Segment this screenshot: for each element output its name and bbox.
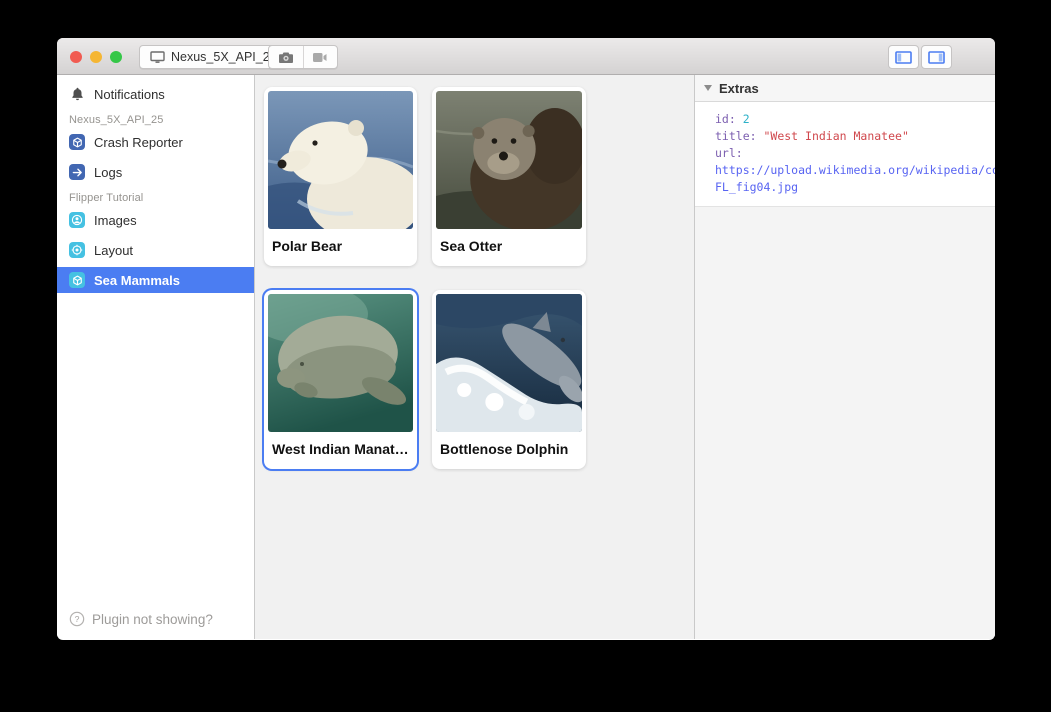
sidebar-item-notifications[interactable]: Notifications (57, 81, 254, 107)
video-camera-icon (312, 52, 328, 63)
card-title: West Indian Manatee (264, 432, 417, 469)
json-number-value: 2 (743, 112, 750, 126)
sidebar-item-layout[interactable]: Layout (57, 237, 254, 263)
json-key: id: (715, 112, 736, 126)
extras-section-header[interactable]: Extras (695, 75, 995, 102)
sidebar-item-images[interactable]: Images (57, 207, 254, 233)
sidebar-item-sea-mammals[interactable]: Sea Mammals (57, 267, 254, 293)
arrow-right-icon (69, 164, 85, 180)
json-key: title: (715, 129, 757, 143)
capture-button-group (268, 45, 338, 69)
minimize-window-button[interactable] (90, 51, 102, 63)
sea-otter-image (432, 87, 586, 229)
monitor-icon (150, 51, 165, 64)
plugin-sidebar: Notifications Nexus_5X_API_25 Crash Repo… (57, 75, 255, 639)
plugin-help-label: Plugin not showing? (92, 612, 213, 627)
card-title: Bottlenose Dolphin (432, 432, 586, 469)
screenshot-button[interactable] (269, 46, 303, 68)
json-url-value: FL_fig04.jpg (715, 180, 798, 194)
card-title: Sea Otter (432, 229, 586, 266)
polar-bear-image (264, 87, 417, 229)
json-url-value: https://upload.wikimedia.org/wikipedia/c… (715, 163, 995, 177)
card-title: Polar Bear (264, 229, 417, 266)
device-name: Nexus_5X_API_25 (171, 50, 277, 64)
target-icon (69, 242, 85, 258)
sidebar-item-label: Sea Mammals (94, 273, 180, 288)
plugin-help-link[interactable]: ? Plugin not showing? (57, 599, 225, 639)
tutorial-section-label: Flipper Tutorial (69, 192, 254, 204)
question-circle-icon: ? (69, 611, 85, 627)
traffic-lights (70, 51, 122, 63)
toggle-left-sidebar-button[interactable] (888, 45, 919, 69)
card-sea-otter[interactable]: Sea Otter (432, 87, 586, 266)
extras-row-title: title: "West Indian Manatee" (715, 128, 995, 145)
card-west-indian-manatee[interactable]: West Indian Manatee (264, 290, 417, 469)
extras-row-url-value[interactable]: FL_fig04.jpg (715, 179, 995, 196)
device-selector-button[interactable]: Nexus_5X_API_25 (139, 45, 288, 69)
sidebar-item-label: Layout (94, 243, 133, 258)
sidebar-item-label: Crash Reporter (94, 135, 183, 150)
device-section-label: Nexus_5X_API_25 (69, 114, 254, 126)
panel-right-icon (928, 51, 945, 64)
json-string-value: "West Indian Manatee" (763, 129, 908, 143)
mammal-card-grid: Polar Bear (264, 87, 586, 469)
west-indian-manatee-image (264, 290, 417, 432)
extras-row-url-value[interactable]: https://upload.wikimedia.org/wikipedia/c… (715, 162, 995, 179)
details-panel-empty-area (695, 206, 995, 639)
sidebar-item-crash-reporter[interactable]: Crash Reporter (57, 129, 254, 155)
desktop-background: Nexus_5X_API_25 (0, 0, 1051, 712)
sea-mammals-plugin-content: Polar Bear (255, 75, 695, 639)
extras-row-id: id: 2 (715, 111, 995, 128)
json-key: url: (715, 146, 743, 160)
camera-icon (278, 51, 294, 64)
card-bottlenose-dolphin[interactable]: Bottlenose Dolphin (432, 290, 586, 469)
extras-data-inspector: id: 2 title: "West Indian Manatee" url: … (695, 102, 995, 206)
panel-left-icon (895, 51, 912, 64)
sidebar-item-logs[interactable]: Logs (57, 159, 254, 185)
zoom-window-button[interactable] (110, 51, 122, 63)
card-polar-bear[interactable]: Polar Bear (264, 87, 417, 266)
sidebar-item-label: Images (94, 213, 137, 228)
bottlenose-dolphin-image (432, 290, 586, 432)
extras-row-url-key: url: (715, 145, 995, 162)
cube-icon (69, 134, 85, 150)
close-window-button[interactable] (70, 51, 82, 63)
extras-header-label: Extras (719, 81, 759, 96)
svg-text:?: ? (75, 614, 80, 624)
sidebar-item-label: Logs (94, 165, 122, 180)
title-bar: Nexus_5X_API_25 (57, 38, 995, 75)
chevron-down-icon (704, 85, 712, 91)
user-circle-icon (69, 212, 85, 228)
toggle-right-sidebar-button[interactable] (921, 45, 952, 69)
sidebar-item-label: Notifications (94, 87, 165, 102)
cube-icon (69, 272, 85, 288)
flipper-window: Nexus_5X_API_25 (57, 38, 995, 640)
screen-record-button[interactable] (303, 46, 338, 68)
details-panel: Extras id: 2 title: "West Indian Manatee… (695, 75, 995, 639)
bell-icon (69, 86, 85, 102)
